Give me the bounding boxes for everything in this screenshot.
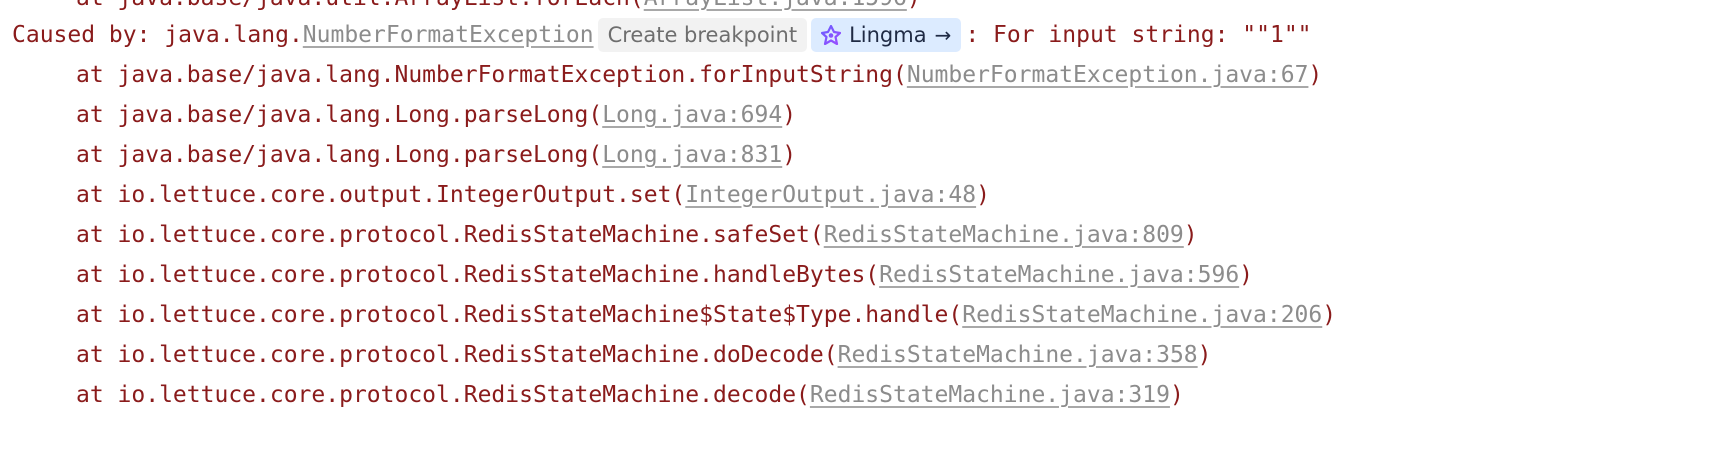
lingma-label: Lingma — [849, 23, 927, 47]
source-link[interactable]: RedisStateMachine.java:358 — [838, 335, 1198, 375]
frame-text: at java.base/java.lang.Long.parseLong( — [76, 102, 603, 128]
frame-text: at io.lettuce.core.protocol.RedisStateMa… — [76, 262, 880, 288]
exception-class-link[interactable]: NumberFormatException — [303, 15, 594, 55]
stack-frame: at java.base/java.lang.NumberFormatExcep… — [0, 55, 1322, 95]
caused-by-line: Caused by: java.lang. NumberFormatExcepti… — [0, 15, 1312, 55]
source-link[interactable]: IntegerOutput.java:48 — [685, 175, 976, 215]
caused-by-prefix: Caused by: java.lang. — [12, 22, 303, 48]
frame-text: at io.lettuce.core.protocol.RedisStateMa… — [76, 302, 963, 328]
source-link[interactable]: NumberFormatException.java:67 — [907, 55, 1309, 95]
source-link[interactable]: Long.java:831 — [602, 135, 782, 175]
frame-close: ) — [1308, 62, 1323, 88]
lingma-button[interactable]: Lingma → — [811, 18, 962, 52]
stack-frame: at io.lettuce.core.protocol.RedisStateMa… — [0, 335, 1212, 375]
lingma-logo-icon — [821, 25, 842, 45]
stack-frame: at io.lettuce.core.protocol.RedisStateMa… — [0, 215, 1198, 255]
source-link[interactable]: RedisStateMachine.java:319 — [810, 375, 1170, 415]
frame-close: ) — [976, 182, 990, 208]
source-link[interactable]: RedisStateMachine.java:206 — [962, 295, 1322, 335]
frame-close: ) — [782, 102, 797, 128]
source-link[interactable]: RedisStateMachine.java:596 — [879, 255, 1239, 295]
stack-frame: at io.lettuce.core.protocol.RedisStateMa… — [0, 295, 1336, 335]
create-breakpoint-button[interactable]: Create breakpoint — [597, 18, 808, 52]
frame-close: ) — [1169, 382, 1184, 408]
frame-close: ) — [1322, 302, 1337, 328]
frame-close: ) — [1183, 222, 1198, 248]
stack-frame: at io.lettuce.core.protocol.RedisStateMa… — [0, 375, 1184, 415]
create-breakpoint-label: Create breakpoint — [607, 23, 798, 47]
stack-frame: at io.lettuce.core.output.IntegerOutput.… — [0, 175, 990, 215]
frame-text: at io.lettuce.core.protocol.RedisStateMa… — [76, 382, 810, 408]
frame-text: at io.lettuce.core.protocol.RedisStateMa… — [76, 222, 824, 248]
source-link[interactable]: Long.java:694 — [602, 95, 782, 135]
stack-frame: at java.base/java.lang.Long.parseLong(Lo… — [0, 135, 796, 175]
stacktrace-console: at java.base/java.util.ArrayList.forEach… — [0, 0, 1728, 461]
frame-close: ) — [782, 142, 797, 168]
frame-text: at java.base/java.lang.Long.parseLong( — [76, 142, 603, 168]
frame-close: ) — [1239, 262, 1254, 288]
frame-text: at io.lettuce.core.output.IntegerOutput.… — [76, 182, 686, 208]
frame-text: at io.lettuce.core.protocol.RedisStateMa… — [76, 342, 838, 368]
exception-message: : For input string: ""1"" — [965, 22, 1312, 48]
stack-frame: at java.base/java.lang.Long.parseLong(Lo… — [0, 95, 796, 135]
source-link[interactable]: RedisStateMachine.java:809 — [824, 215, 1184, 255]
arrow-right-icon: → — [934, 23, 952, 47]
stack-frame: at io.lettuce.core.protocol.RedisStateMa… — [0, 255, 1253, 295]
frame-text: at java.base/java.lang.NumberFormatExcep… — [76, 62, 907, 88]
frame-close: ) — [1197, 342, 1212, 368]
